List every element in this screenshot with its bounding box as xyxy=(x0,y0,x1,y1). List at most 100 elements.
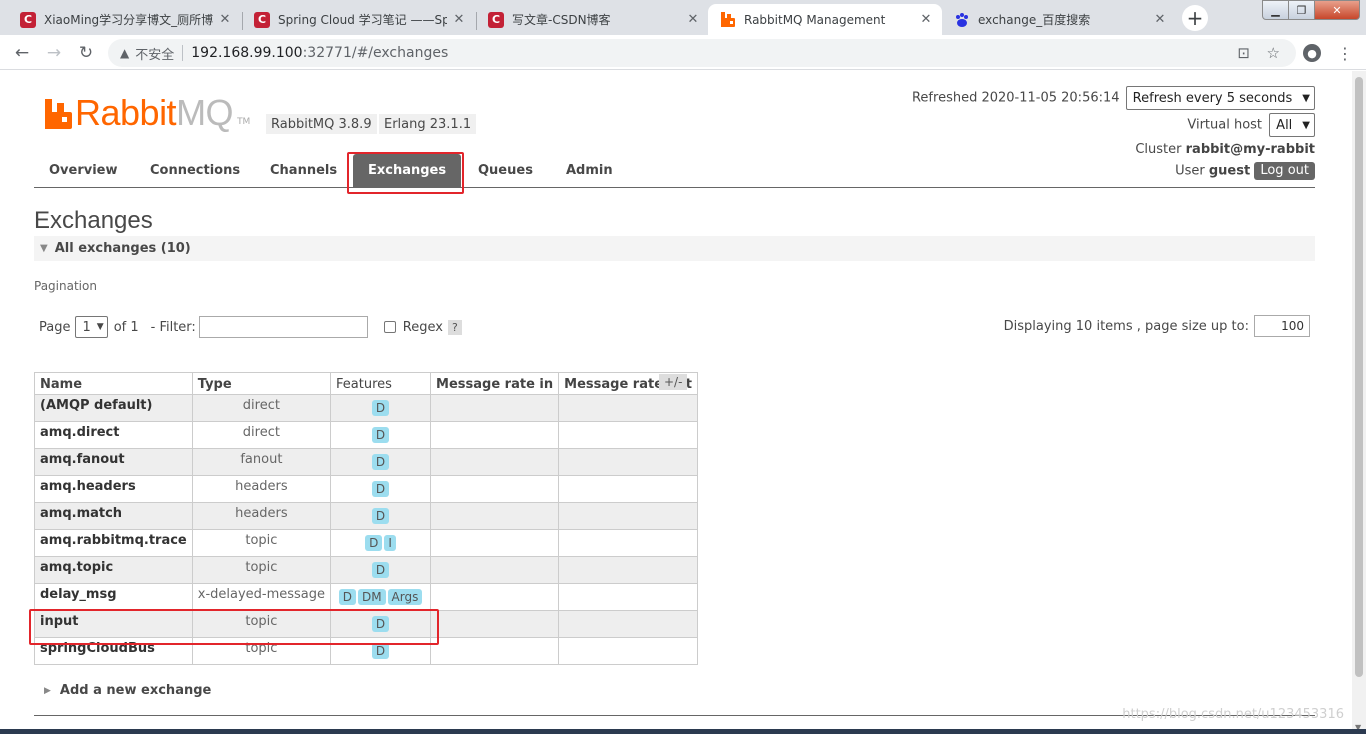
menu-icon[interactable]: ⋮ xyxy=(1334,42,1356,64)
table-row[interactable]: amq.rabbitmq.trace topic D I xyxy=(34,529,698,557)
window-close-icon[interactable]: ✕ xyxy=(1314,0,1360,20)
rate-out xyxy=(558,448,698,476)
rate-out xyxy=(558,502,698,530)
rabbitmq-logo[interactable]: RabbitMQ TM xyxy=(45,95,250,131)
exchange-features: D xyxy=(330,421,432,449)
new-tab-button[interactable]: + xyxy=(1182,5,1208,31)
regex-label: Regex xyxy=(402,319,443,335)
nav-queues[interactable]: Queues xyxy=(478,163,533,178)
exchange-name[interactable]: amq.headers xyxy=(34,475,193,503)
close-icon[interactable]: ✕ xyxy=(217,12,233,27)
nav-overview[interactable]: Overview xyxy=(49,163,118,178)
exchange-features: D DM Args xyxy=(330,583,432,611)
main-nav: Overview Connections Channels Exchanges … xyxy=(34,151,1315,188)
close-icon[interactable]: ✕ xyxy=(1152,12,1168,27)
translate-icon[interactable]: ⊡ xyxy=(1237,44,1250,62)
feature-badge: D xyxy=(371,562,390,578)
col-rate-in[interactable]: Message rate in xyxy=(430,372,560,395)
close-icon[interactable]: ✕ xyxy=(918,12,934,27)
refreshed-label: Refreshed 2020-11-05 20:56:14 xyxy=(911,90,1120,106)
rabbitmq-logo-icon xyxy=(45,99,72,129)
feature-badge: D xyxy=(365,535,383,551)
rate-in xyxy=(430,421,560,449)
exchange-type: direct xyxy=(191,421,332,449)
table-row[interactable]: delay_msg x-delayed-message D DM Args xyxy=(34,583,698,611)
section-all-exchanges[interactable]: ▼ All exchanges (10) xyxy=(34,236,1315,261)
close-icon[interactable]: ✕ xyxy=(451,12,467,27)
baidu-icon xyxy=(954,12,970,28)
table-row[interactable]: amq.topic topic D xyxy=(34,556,698,584)
back-icon[interactable]: ← xyxy=(10,41,34,65)
exchange-name[interactable]: (AMQP default) xyxy=(34,394,193,422)
reload-icon[interactable]: ↻ xyxy=(74,41,98,65)
forward-icon[interactable]: → xyxy=(42,41,66,65)
page-content: RabbitMQ TM RabbitMQ 3.8.9 Erlang 23.1.1… xyxy=(0,71,1352,734)
col-type[interactable]: Type xyxy=(191,372,332,395)
table-row[interactable]: (AMQP default) direct D xyxy=(34,394,698,422)
rate-in xyxy=(430,583,560,611)
feature-badge: D xyxy=(371,454,390,470)
filter-input[interactable] xyxy=(198,316,368,338)
exchange-type: fanout xyxy=(191,448,332,476)
page-size-input[interactable]: 100 xyxy=(1254,315,1310,337)
rate-out xyxy=(558,583,698,611)
exchange-features: D xyxy=(330,502,432,530)
csdn-icon: C xyxy=(254,11,270,28)
table-row[interactable]: amq.fanout fanout D xyxy=(34,448,698,476)
add-new-exchange[interactable]: ▶ Add a new exchange xyxy=(44,683,211,698)
exchange-name[interactable]: amq.direct xyxy=(34,421,193,449)
tab-title: RabbitMQ Management xyxy=(744,12,886,27)
page-select[interactable]: 1 ▼ xyxy=(75,316,108,338)
exchange-features: D xyxy=(330,556,432,584)
logo-mq-text: MQ xyxy=(176,92,234,133)
table-row[interactable]: amq.headers headers D xyxy=(34,475,698,503)
col-name[interactable]: Name xyxy=(34,372,193,395)
exchange-type: topic xyxy=(191,529,332,557)
exchange-name[interactable]: amq.fanout xyxy=(34,448,193,476)
exchange-name[interactable]: amq.topic xyxy=(34,556,193,584)
browser-tab[interactable]: exchange_百度搜索 ✕ xyxy=(942,4,1176,35)
browser-tab[interactable]: C XiaoMing学习分享博文_厕所博 ✕ xyxy=(8,4,241,35)
nav-channels[interactable]: Channels xyxy=(270,163,337,178)
vhost-select[interactable]: All ▼ xyxy=(1269,113,1315,137)
rate-in xyxy=(430,529,560,557)
tab-title: Spring Cloud 学习笔记 ——Sp xyxy=(278,13,447,27)
exchange-name[interactable]: delay_msg xyxy=(34,583,193,611)
address-bar[interactable]: ▲ 不安全 192.168.99.100:32771/#/exchanges ⊡… xyxy=(108,39,1296,67)
exchange-name[interactable]: amq.rabbitmq.trace xyxy=(34,529,193,557)
warning-icon: ▲ xyxy=(120,46,130,60)
exchange-type: x-delayed-message xyxy=(191,583,332,611)
nav-admin[interactable]: Admin xyxy=(566,163,613,178)
chevron-down-icon: ▼ xyxy=(96,322,104,332)
close-icon[interactable]: ✕ xyxy=(685,12,701,27)
exchange-features: DI xyxy=(330,529,432,557)
browser-tab-active[interactable]: RabbitMQ Management ✕ xyxy=(708,4,942,35)
chevron-down-icon: ▼ xyxy=(1302,119,1310,131)
feature-badge: Args xyxy=(387,589,423,605)
table-row[interactable]: amq.match headers D xyxy=(34,502,698,530)
rate-in xyxy=(430,475,560,503)
table-row[interactable]: amq.direct direct D xyxy=(34,421,698,449)
feature-badge: DM xyxy=(357,589,386,605)
exchange-features: D xyxy=(330,448,432,476)
account-icon[interactable]: ● xyxy=(1301,42,1323,64)
refresh-select[interactable]: Refresh every 5 seconds ▼ xyxy=(1125,86,1315,110)
exchange-name[interactable]: amq.match xyxy=(34,502,193,530)
vertical-scrollbar[interactable]: ▼ xyxy=(1352,71,1366,734)
minimize-icon[interactable]: ▁ xyxy=(1262,0,1289,20)
display-info: Displaying 10 items , page size up to: 1… xyxy=(1004,315,1310,337)
columns-toggle-button[interactable]: +/- xyxy=(659,374,688,390)
star-icon[interactable]: ☆ xyxy=(1267,44,1280,62)
rate-in xyxy=(430,394,560,422)
maximize-icon[interactable]: ❐ xyxy=(1288,0,1315,20)
feature-badge: D xyxy=(371,427,390,443)
browser-tab[interactable]: C 写文章-CSDN博客 ✕ xyxy=(476,4,709,35)
browser-tab[interactable]: C Spring Cloud 学习笔记 ——Sp ✕ xyxy=(242,4,475,35)
rabbitmq-icon xyxy=(720,12,736,28)
collapse-triangle-icon: ▼ xyxy=(40,243,48,254)
vhost-row: Virtual host All ▼ xyxy=(1187,113,1315,137)
nav-connections[interactable]: Connections xyxy=(150,163,240,178)
regex-checkbox[interactable] xyxy=(383,321,396,333)
help-icon[interactable]: ? xyxy=(447,319,462,335)
browser-tabstrip: C XiaoMing学习分享博文_厕所博 ✕ C Spring Cloud 学习… xyxy=(0,0,1366,35)
